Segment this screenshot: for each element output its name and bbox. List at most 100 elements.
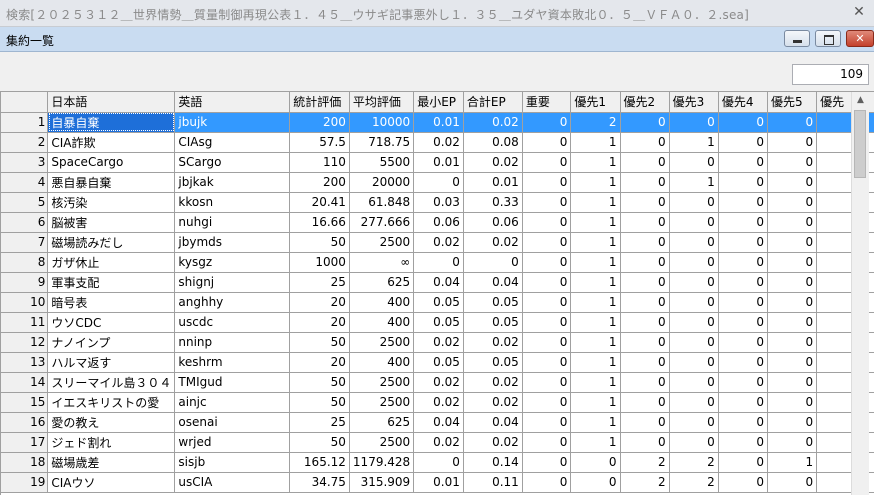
table-cell[interactable]: 0 xyxy=(522,212,572,233)
table-cell[interactable]: 1 xyxy=(669,172,719,193)
table-cell[interactable]: 0.05 xyxy=(463,292,523,313)
table-row[interactable]: 8 ガザ休止 kysgz 1000 ∞ 0 0 0 1 0 0 0 0 xyxy=(1,252,874,273)
table-cell[interactable]: 20.41 xyxy=(289,192,350,213)
table-cell[interactable]: 0 xyxy=(669,412,719,433)
table-cell[interactable]: 0.05 xyxy=(413,352,464,373)
table-cell[interactable]: 0 xyxy=(620,172,670,193)
cell-english[interactable]: CIAsg xyxy=(174,132,291,153)
table-cell[interactable]: 0 xyxy=(522,272,572,293)
table-cell[interactable]: 0 xyxy=(522,332,572,353)
table-cell[interactable]: 0 xyxy=(620,332,670,353)
table-cell[interactable]: 10000 xyxy=(349,112,415,133)
table-cell[interactable]: 0.02 xyxy=(413,332,464,353)
table-cell[interactable]: 34.75 xyxy=(289,472,350,493)
table-cell[interactable]: 0 xyxy=(718,392,768,413)
table-row[interactable]: 17 ジェド割れ wrjed 50 2500 0.02 0.02 0 1 0 0 0 0 xyxy=(1,432,874,453)
table-cell[interactable]: 0.02 xyxy=(463,232,523,253)
cell-english[interactable]: nuhgi xyxy=(174,212,291,233)
table-cell[interactable]: 0 xyxy=(718,472,768,493)
scroll-thumb[interactable] xyxy=(854,110,866,178)
cell-english[interactable]: anghhy xyxy=(174,292,291,313)
cell-japanese[interactable]: 脳被害 xyxy=(47,212,176,233)
table-cell[interactable]: 0 xyxy=(620,432,670,453)
cell-english[interactable]: jbujk xyxy=(174,112,291,133)
cell-japanese[interactable]: CIAウソ xyxy=(47,472,176,493)
table-cell[interactable]: 0 xyxy=(718,292,768,313)
cell-japanese[interactable]: 悪自暴自棄 xyxy=(47,172,176,193)
table-cell[interactable]: 0 xyxy=(570,472,621,493)
table-cell[interactable]: 5500 xyxy=(349,152,415,173)
table-cell[interactable]: 0 xyxy=(718,132,768,153)
table-cell[interactable]: 57.5 xyxy=(289,132,350,153)
table-cell[interactable]: 0 xyxy=(620,152,670,173)
table-cell[interactable]: 0 xyxy=(767,152,818,173)
table-cell[interactable]: 0 xyxy=(718,432,768,453)
table-cell[interactable]: 0 xyxy=(570,452,621,473)
table-cell[interactable]: 718.75 xyxy=(349,132,415,153)
table-cell[interactable]: 0.01 xyxy=(413,112,464,133)
table-cell[interactable]: 315.909 xyxy=(349,472,415,493)
table-cell[interactable]: 0 xyxy=(669,392,719,413)
table-row[interactable]: 7 磁場読みだし jbymds 50 2500 0.02 0.02 0 1 0 0 0 0 xyxy=(1,232,874,253)
table-cell[interactable]: 0 xyxy=(767,332,818,353)
cell-japanese[interactable]: CIA詐欺 xyxy=(47,132,176,153)
table-cell[interactable]: 0 xyxy=(522,252,572,273)
table-cell[interactable]: 1 xyxy=(570,132,621,153)
table-cell[interactable]: 0 xyxy=(522,312,572,333)
row-number[interactable]: 10 xyxy=(1,292,49,313)
row-number[interactable]: 9 xyxy=(1,272,49,293)
table-cell[interactable]: 0 xyxy=(767,252,818,273)
table-cell[interactable]: 0 xyxy=(718,212,768,233)
data-grid[interactable]: 日本語 英語 統計評価 平均評価 最小EP 合計EP 重要 優先1 優先2 優先3 優先4 優先5 優先… xyxy=(0,91,874,495)
table-cell[interactable]: 1 xyxy=(570,272,621,293)
table-cell[interactable]: 1 xyxy=(570,372,621,393)
table-cell[interactable]: 0.02 xyxy=(463,372,523,393)
table-cell[interactable]: 0.02 xyxy=(413,392,464,413)
table-cell[interactable]: 1 xyxy=(570,432,621,453)
table-row[interactable]: 2 CIA詐欺 CIAsg 57.5 718.75 0.02 0.08 0 1 0 1 0 0 xyxy=(1,132,874,153)
table-cell[interactable]: 0.11 xyxy=(463,472,523,493)
table-cell[interactable]: 61.848 xyxy=(349,192,415,213)
table-cell[interactable]: 0 xyxy=(620,192,670,213)
column-header[interactable]: 優先1 xyxy=(570,92,621,113)
table-cell[interactable]: 0 xyxy=(522,292,572,313)
table-cell[interactable]: 20 xyxy=(289,292,350,313)
table-row[interactable]: 6 脳被害 nuhgi 16.66 277.666 0.06 0.06 0 1 0 0 0 0 xyxy=(1,212,874,233)
table-cell[interactable]: 0 xyxy=(522,352,572,373)
table-cell[interactable]: 0.05 xyxy=(463,312,523,333)
table-cell[interactable]: 50 xyxy=(289,232,350,253)
table-cell[interactable]: 400 xyxy=(349,292,415,313)
table-cell[interactable]: 0 xyxy=(522,412,572,433)
table-cell[interactable]: 0 xyxy=(718,352,768,373)
column-header[interactable]: 合計EP xyxy=(463,92,523,113)
cell-english[interactable]: jbjkak xyxy=(174,172,291,193)
table-cell[interactable]: 0 xyxy=(620,372,670,393)
table-cell[interactable]: 400 xyxy=(349,312,415,333)
table-cell[interactable]: 1 xyxy=(570,412,621,433)
column-header[interactable]: 優先5 xyxy=(767,92,818,113)
table-cell[interactable]: 0 xyxy=(767,172,818,193)
table-cell[interactable]: 20 xyxy=(289,312,350,333)
table-cell[interactable]: 1 xyxy=(570,252,621,273)
cell-japanese[interactable]: ジェド割れ xyxy=(47,432,176,453)
cell-japanese[interactable]: 暗号表 xyxy=(47,292,176,313)
table-cell[interactable]: 25 xyxy=(289,272,350,293)
cell-english[interactable]: kysgz xyxy=(174,252,291,273)
table-cell[interactable]: 0.03 xyxy=(413,192,464,213)
table-cell[interactable]: 0 xyxy=(718,252,768,273)
table-cell[interactable]: 0 xyxy=(522,432,572,453)
table-cell[interactable]: 1179.428 xyxy=(349,452,415,473)
table-row[interactable]: 4 悪自暴自棄 jbjkak 200 20000 0 0.01 0 1 0 1 0 0 xyxy=(1,172,874,193)
cell-english[interactable]: ainjc xyxy=(174,392,291,413)
row-number[interactable]: 6 xyxy=(1,212,49,233)
table-cell[interactable]: 0.01 xyxy=(413,472,464,493)
table-cell[interactable]: 0 xyxy=(767,352,818,373)
cell-english[interactable]: sisjb xyxy=(174,452,291,473)
table-cell[interactable]: 1 xyxy=(570,172,621,193)
cell-japanese[interactable]: 軍事支配 xyxy=(47,272,176,293)
table-cell[interactable]: 0 xyxy=(413,452,464,473)
table-cell[interactable]: 0.08 xyxy=(463,132,523,153)
table-cell[interactable]: 0.02 xyxy=(463,392,523,413)
table-row[interactable]: 11 ウソCDC uscdc 20 400 0.05 0.05 0 1 0 0 0 0 xyxy=(1,312,874,333)
outer-close-icon[interactable]: ✕ xyxy=(850,3,868,21)
